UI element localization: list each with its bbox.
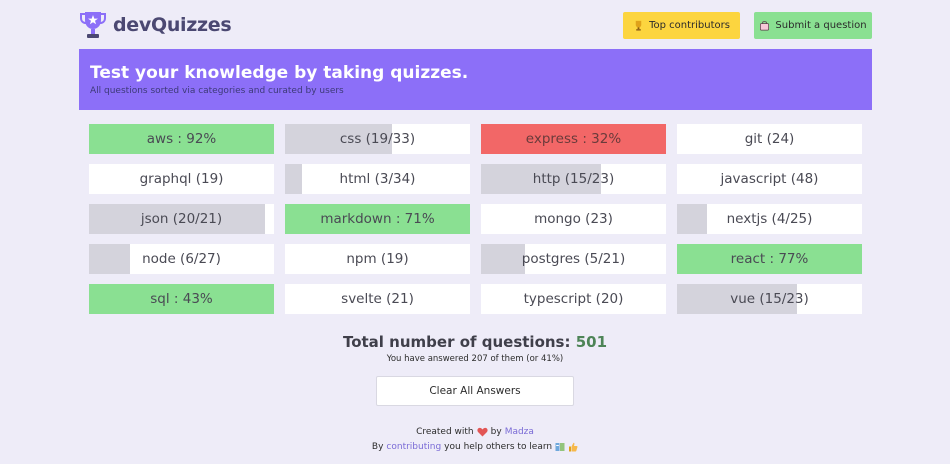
category-tile[interactable]: graphql (19) (89, 164, 274, 194)
category-tile[interactable]: sql : 43% (89, 284, 274, 314)
category-label: sql : 43% (150, 291, 213, 307)
category-tile[interactable]: http (15/23) (481, 164, 666, 194)
banner-title: Test your knowledge by taking quizzes. (90, 63, 469, 83)
hero-banner: Test your knowledge by taking quizzes. A… (79, 49, 872, 110)
category-label: postgres (5/21) (521, 251, 626, 267)
total-value: 501 (575, 333, 608, 351)
footer-contribute: By contributing you help others to learn (0, 442, 950, 452)
category-label: mongo (23) (534, 211, 613, 227)
category-tile[interactable]: vue (15/23) (677, 284, 862, 314)
category-tile[interactable]: git (24) (677, 124, 862, 154)
clear-answers-button[interactable]: Clear All Answers (376, 376, 574, 406)
category-tile[interactable]: html (3/34) (285, 164, 470, 194)
submit-question-label: Submit a question (775, 20, 867, 31)
author-link[interactable]: Madza (505, 427, 534, 437)
category-tile[interactable]: aws : 92% (89, 124, 274, 154)
category-tile[interactable]: typescript (20) (481, 284, 666, 314)
trophy-logo-icon (80, 12, 106, 38)
category-label: markdown : 71% (320, 211, 435, 227)
answered-summary: You have answered 207 of them (or 41%) (386, 354, 564, 364)
banner-subtitle: All questions sorted via categories and … (90, 86, 344, 96)
category-label: npm (19) (346, 251, 409, 267)
category-tile[interactable]: node (6/27) (89, 244, 274, 274)
category-label: css (19/33) (339, 131, 416, 147)
header: devQuizzes Top contributors Submit a que… (79, 8, 872, 42)
submit-question-button[interactable]: Submit a question (754, 12, 872, 39)
category-label: graphql (19) (139, 171, 224, 187)
heart-icon (477, 427, 488, 437)
category-label: html (3/34) (339, 171, 416, 187)
category-grid: aws : 92% css (19/33) express : 32% git (24… (89, 124, 862, 314)
contributing-link[interactable]: contributing (386, 442, 441, 452)
category-tile[interactable]: svelte (21) (285, 284, 470, 314)
category-tile[interactable]: react : 77% (677, 244, 862, 274)
footer-created-with: Created with (416, 427, 474, 437)
logo[interactable]: devQuizzes (79, 8, 232, 42)
category-label: nextjs (4/25) (726, 211, 813, 227)
bag-icon (760, 21, 770, 31)
category-tile[interactable]: json (20/21) (89, 204, 274, 234)
category-label: aws : 92% (146, 131, 217, 147)
total-label: Total number of questions: (342, 333, 571, 351)
books-icon (555, 443, 565, 451)
category-label: javascript (48) (720, 171, 819, 187)
trophy-icon (635, 20, 642, 31)
category-tile[interactable]: postgres (5/21) (481, 244, 666, 274)
category-label: typescript (20) (523, 291, 624, 307)
category-tile[interactable]: javascript (48) (677, 164, 862, 194)
top-contributors-label: Top contributors (649, 20, 730, 31)
category-label: node (6/27) (142, 251, 221, 267)
total-questions: Total number of questions: 501 (0, 333, 950, 351)
top-contributors-button[interactable]: Top contributors (623, 12, 740, 39)
category-label: git (24) (744, 131, 795, 147)
footer-credit: Created with by Madza (0, 427, 950, 437)
category-label: svelte (21) (341, 291, 414, 307)
category-label: vue (15/23) (730, 291, 809, 307)
brand-name: devQuizzes (113, 14, 232, 36)
category-label: http (15/23) (532, 171, 615, 187)
category-tile[interactable]: nextjs (4/25) (677, 204, 862, 234)
footer-learn-text: you help others to learn (444, 442, 553, 452)
category-label: express : 32% (525, 131, 622, 147)
footer-by: by (490, 427, 502, 437)
category-tile[interactable]: css (19/33) (285, 124, 470, 154)
footer-by-prefix: By (371, 442, 384, 452)
thumbs-up-icon (569, 442, 578, 452)
category-tile[interactable]: express : 32% (481, 124, 666, 154)
category-tile[interactable]: markdown : 71% (285, 204, 470, 234)
category-label: json (20/21) (140, 211, 223, 227)
category-label: react : 77% (730, 251, 809, 267)
category-tile[interactable]: mongo (23) (481, 204, 666, 234)
category-tile[interactable]: npm (19) (285, 244, 470, 274)
